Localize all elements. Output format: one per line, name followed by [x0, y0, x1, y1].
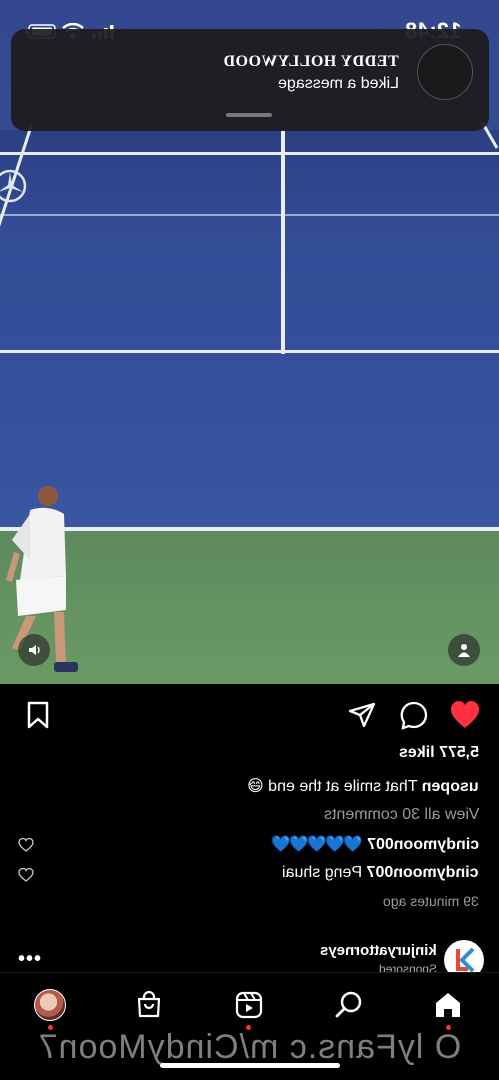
notification-drag-handle[interactable]	[226, 113, 272, 117]
court-line	[0, 350, 499, 353]
shop-icon	[137, 991, 161, 1018]
save-button[interactable]	[21, 698, 55, 732]
watermark-text: O lyFans.c m/CindyMoon7	[37, 1028, 462, 1066]
search-icon	[335, 991, 362, 1018]
comment-icon	[400, 701, 428, 730]
profile-avatar	[34, 989, 66, 1021]
person-icon	[458, 644, 470, 657]
home-icon	[436, 993, 460, 1017]
like-button[interactable]	[448, 698, 482, 732]
more-options-icon[interactable]: •••	[18, 948, 42, 971]
comment-row: cindymoon007 Peng shuai	[282, 864, 479, 882]
tab-home[interactable]	[430, 987, 466, 1023]
notification-title: TEDDY HOLLYWOOD	[223, 53, 399, 70]
tab-search[interactable]	[331, 987, 367, 1023]
bookmark-icon	[27, 701, 49, 729]
tab-shop[interactable]	[131, 987, 167, 1023]
volume-button[interactable]	[18, 634, 50, 666]
caption-text: That smile at the end	[268, 778, 418, 795]
share-icon	[348, 702, 376, 728]
view-all-comments-link[interactable]: View all 30 comments	[324, 806, 479, 824]
sponsor-logo	[456, 947, 475, 973]
post-timestamp: 39 minutes ago	[383, 893, 479, 909]
like-count[interactable]: 5,577 likes	[399, 744, 479, 762]
home-indicator[interactable]	[160, 1063, 340, 1068]
tab-profile[interactable]	[32, 987, 68, 1023]
heart-icon	[451, 701, 479, 728]
comment-username[interactable]: cindymoon007	[367, 836, 479, 853]
post-caption: usopen That smile at the end 😅	[247, 776, 479, 796]
post-action-row	[0, 698, 499, 734]
reels-icon	[235, 991, 263, 1019]
comment-row: cindymoon007 💙💙💙💙💙	[273, 834, 479, 854]
share-button[interactable]	[345, 698, 379, 732]
court-center-line	[281, 130, 285, 354]
sponsored-label: Sponsored	[378, 962, 437, 972]
court-back-wall	[0, 130, 499, 218]
comment-text: Peng shuai	[282, 864, 363, 881]
notification-avatar	[417, 44, 473, 100]
tagged-users-button[interactable]	[448, 634, 480, 666]
caption-username[interactable]: usopen	[422, 778, 479, 795]
sponsor-account-name[interactable]: kinjuryattorneys	[320, 942, 437, 959]
speaker-icon	[29, 645, 40, 655]
notification-body: Liked a message	[278, 75, 399, 92]
comment-like-heart-icon[interactable]	[18, 837, 34, 853]
court-line	[0, 214, 499, 216]
mercedes-logo	[0, 169, 27, 203]
comment-like-heart-icon[interactable]	[18, 867, 34, 883]
court-line	[0, 152, 499, 155]
comment-username[interactable]: cindymoon007	[367, 864, 479, 881]
caption-emoji: 😅	[247, 778, 265, 795]
notification-banner[interactable]: TEDDY HOLLYWOOD Liked a message	[11, 29, 489, 131]
comment-button[interactable]	[397, 698, 431, 732]
comment-text: 💙💙💙💙💙	[272, 836, 363, 853]
tab-reels[interactable]	[231, 987, 267, 1023]
